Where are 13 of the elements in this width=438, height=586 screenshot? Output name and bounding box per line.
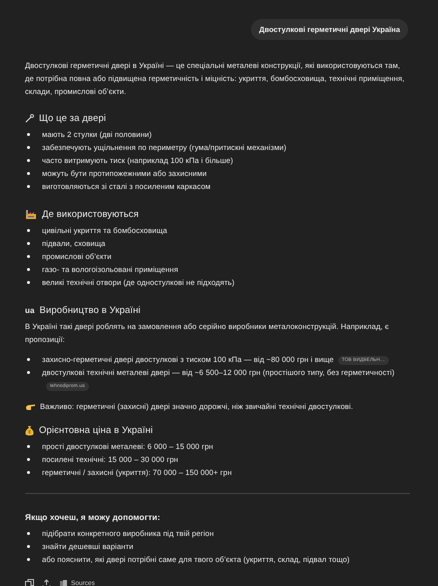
wrench-icon — [25, 114, 34, 122]
section-heading: Виробництво в Україні — [40, 304, 141, 316]
money-bag-icon — [25, 424, 34, 436]
section-heading: Орієнтовна ціна в Україні — [39, 424, 153, 436]
copy-icon[interactable] — [25, 579, 34, 586]
factory-icon — [25, 209, 37, 219]
flag-letters: ua — [25, 306, 35, 314]
section-heading: Де використовуються — [42, 208, 139, 220]
pages-icon — [59, 579, 68, 586]
section-heading: Якщо хочеш, я можу допомогти: — [25, 512, 162, 524]
section-heading: Що це за двері — [39, 112, 106, 124]
pointing-hand-icon — [25, 402, 36, 410]
share-icon[interactable] — [42, 579, 51, 586]
